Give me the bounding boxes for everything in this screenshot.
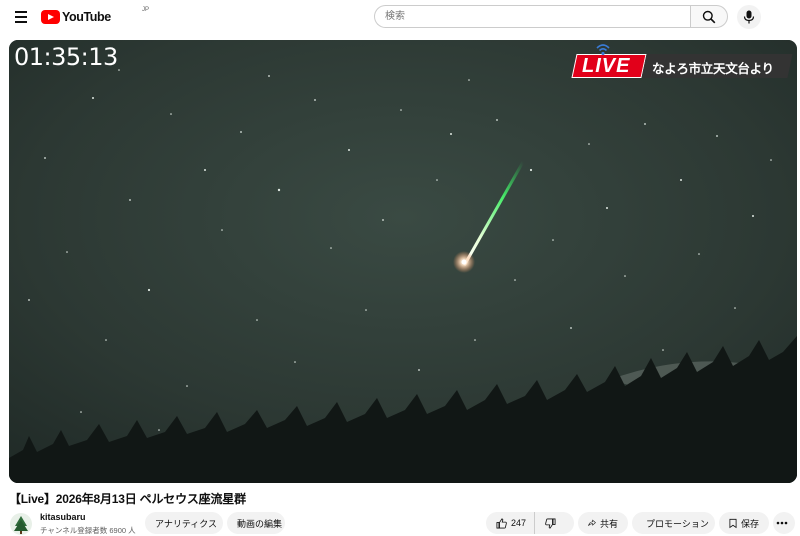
menu-icon[interactable]	[11, 8, 31, 26]
channel-name[interactable]: kitasubaru	[40, 512, 86, 522]
logo-text: YouTube	[62, 10, 111, 24]
search-button[interactable]	[690, 5, 728, 28]
dislike-icon	[545, 518, 556, 528]
search-input[interactable]	[374, 5, 690, 28]
mic-icon	[743, 10, 755, 24]
save-icon	[729, 518, 737, 528]
share-label: 共有	[599, 518, 618, 529]
promotion-button[interactable]: プロモーション	[632, 512, 715, 534]
like-button[interactable]: 247	[486, 512, 536, 534]
search-box	[374, 5, 728, 28]
dislike-button[interactable]	[535, 512, 560, 534]
youtube-logo-icon	[41, 10, 60, 24]
wifi-icon	[596, 44, 610, 56]
top-bar: YouTube JP	[0, 0, 800, 34]
more-icon	[776, 521, 788, 525]
voice-search-button[interactable]	[737, 5, 761, 29]
video-title: 【Live】2026年8月13日 ペルセウス座流星群	[9, 492, 246, 506]
like-dislike-group: 247	[486, 512, 574, 534]
promotion-label: プロモーション	[646, 518, 709, 529]
save-button[interactable]: 保存	[719, 512, 769, 534]
edit-video-button[interactable]: 動画の編集	[227, 512, 285, 534]
save-label: 保存	[740, 518, 759, 529]
live-badge: LIVE なよろ市立天文台より	[566, 44, 793, 78]
live-location: なよろ市立天文台より	[652, 62, 774, 76]
like-count: 247	[511, 518, 527, 528]
timecode: 01:35:13	[14, 43, 118, 71]
video-player[interactable]: 01:35:13 LIVE なよろ市立天文台より	[9, 40, 797, 483]
analytics-button[interactable]: アナリティクス	[145, 512, 223, 534]
night-sky-scene	[9, 40, 797, 483]
owner-row: kitasubaru チャンネル登録者数 6900 人 アナリティクス 動画の編…	[9, 508, 799, 535]
live-label: LIVE	[582, 55, 631, 77]
logo-region: JP	[142, 7, 150, 13]
share-button[interactable]: 共有	[578, 512, 628, 534]
more-actions-button[interactable]	[773, 512, 795, 534]
like-icon	[496, 518, 507, 528]
share-icon	[588, 519, 596, 526]
search-icon	[702, 10, 716, 23]
subscriber-count: チャンネル登録者数 6900 人	[40, 526, 136, 535]
youtube-logo[interactable]: YouTube JP	[41, 7, 149, 25]
